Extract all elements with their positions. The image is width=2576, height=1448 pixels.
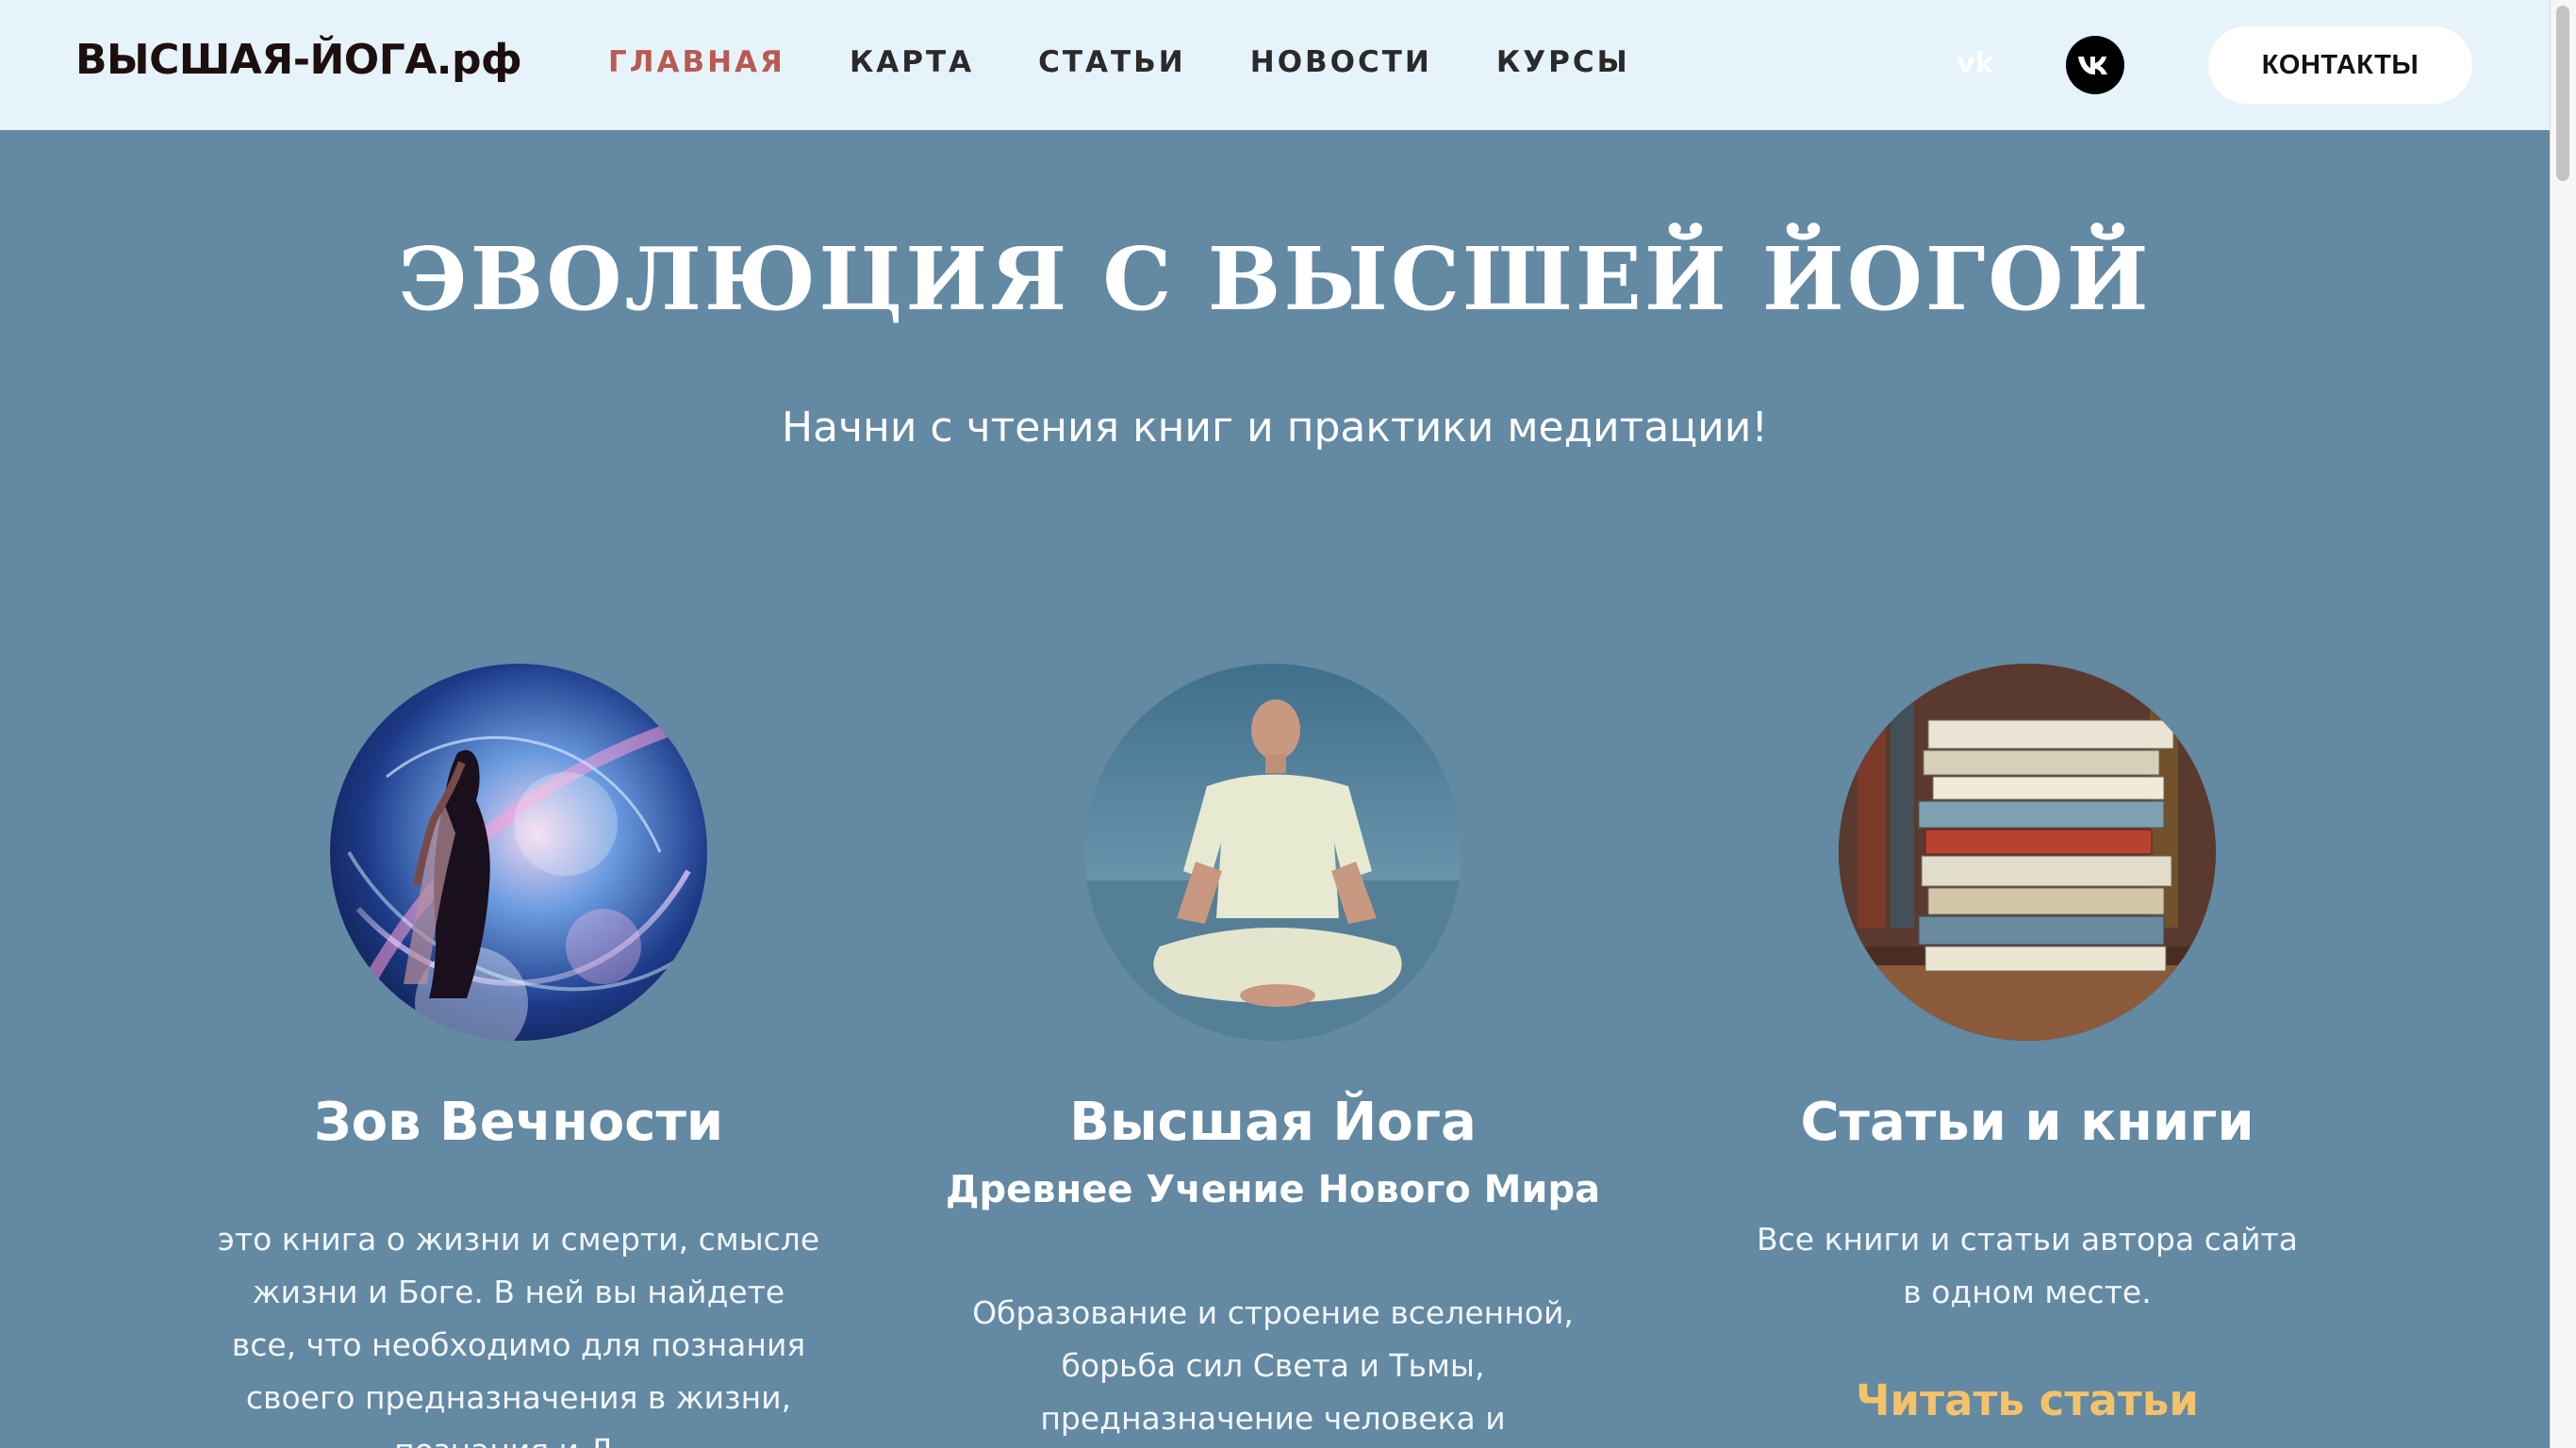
nav-item-articles[interactable]: СТАТЬИ [1038,45,1186,79]
vk-icon[interactable]: vk [1954,47,1997,80]
nav-item-news[interactable]: НОВОСТИ [1250,45,1432,79]
card-description: Образование и строение вселенной, борьба… [972,1294,1574,1437]
contacts-button[interactable]: КОНТАКТЫ [2208,26,2472,104]
card-title: Зов Вечности [313,1092,724,1153]
meditating-man-image[interactable] [1084,664,1461,1041]
hero-title: Эволюция с Высшей Йогой [398,228,2152,330]
nav-item-courses[interactable]: КУРСЫ [1496,45,1630,79]
feature-card-higher-yoga: Высшая Йога Древнее Учение Нового Мира О… [933,664,1612,1445]
card-description: это книга о жизни и смерти, смысле жизни… [217,1221,820,1448]
scrollbar-thumb[interactable] [2556,6,2569,181]
cosmic-woman-image[interactable] [330,664,707,1041]
card-title: Высшая Йога [1069,1092,1477,1153]
vk-circle-icon[interactable] [2066,36,2124,94]
page-scrollbar[interactable] [2550,0,2576,1448]
card-description: Все книги и статьи автора сайта в одном … [1757,1221,2298,1310]
feature-card-articles-books: Статьи и книги Все книги и статьи автора… [1688,664,2367,1425]
nav-item-home[interactable]: ГЛАВНАЯ [608,45,785,79]
card-subtitle: Древнее Учение Нового Мира [945,1168,1601,1211]
main-nav: ГЛАВНАЯ КАРТА СТАТЬИ НОВОСТИ КУРСЫ [608,45,1630,79]
nav-item-map[interactable]: КАРТА [850,45,974,79]
hero-subtitle: Начни с чтения книг и практики медитации… [782,403,1768,452]
site-logo[interactable]: ВЫСШАЯ-ЙОГА.рф [75,36,522,84]
card-title: Статьи и книги [1800,1092,2254,1153]
read-articles-link[interactable]: Читать статьи [1688,1375,2367,1425]
site-header: ВЫСШАЯ-ЙОГА.рф ГЛАВНАЯ КАРТА СТАТЬИ НОВО… [0,0,2550,130]
book-stack-image[interactable] [1839,664,2216,1041]
feature-card-call-of-eternity: Зов Вечности это книга о жизни и смерти,… [179,664,858,1448]
